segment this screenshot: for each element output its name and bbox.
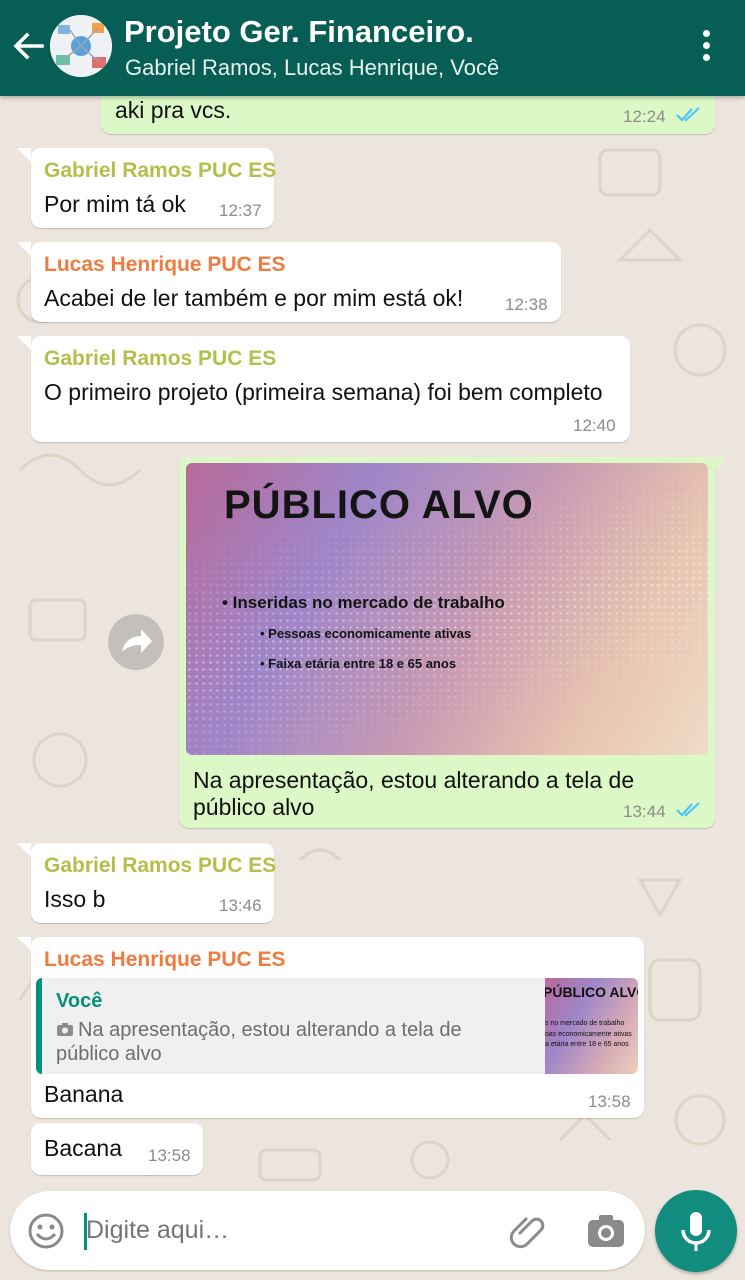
message-time: 12:24 [623, 107, 666, 126]
message-text: Bacana [44, 1135, 123, 1161]
image-slide-bullet: • Inseridas no mercado de trabalho [222, 593, 505, 612]
quoted-image-thumbnail: PÚBLICO ALVO s no mercado de trabalho oa… [545, 978, 638, 1074]
message-text: Por mim tá ok [44, 191, 186, 217]
message-incoming[interactable]: Bacana 13:58 [31, 1123, 203, 1175]
message-time: 13:58 [148, 1146, 191, 1165]
message-time: 12:38 [505, 295, 548, 314]
message-text: Banana [44, 1081, 124, 1107]
read-receipt-icon [676, 107, 700, 122]
message-incoming[interactable]: Lucas Henrique PUC ES Acabei de ler tamb… [31, 242, 561, 322]
message-time: 13:58 [588, 1092, 631, 1111]
message-time: 13:44 [623, 802, 666, 821]
message-text: Isso b [44, 886, 106, 912]
group-avatar[interactable] [50, 15, 112, 77]
chat-title[interactable]: Projeto Ger. Financeiro. [124, 14, 474, 50]
message-incoming[interactable]: Gabriel Ramos PUC ES Isso b 13:46 [31, 843, 277, 923]
attachment-icon[interactable] [508, 1211, 548, 1251]
message-incoming[interactable]: Gabriel Ramos PUC ES Por mim tá ok 12:37 [31, 148, 277, 228]
image-slide-bullet: • Faixa etária entre 18 e 65 anos [260, 656, 457, 671]
message-input[interactable] [86, 1216, 466, 1245]
camera-icon [57, 1023, 73, 1036]
chat-header: Projeto Ger. Financeiro. Gabriel Ramos, … [0, 0, 745, 96]
image-caption-line-1: Na apresentação, estou alterando a tela … [193, 767, 635, 793]
back-arrow-icon[interactable] [8, 26, 48, 66]
message-time: 12:37 [219, 201, 262, 220]
bubble-tail [17, 843, 31, 857]
microphone-icon [681, 1212, 711, 1251]
quoted-text: Na apresentação, estou alterando a tela … [56, 1019, 462, 1065]
message-sender: Gabriel Ramos PUC ES [44, 159, 277, 182]
quoted-author: Você [56, 990, 103, 1012]
message-incoming[interactable]: Gabriel Ramos PUC ES O primeiro projeto … [31, 336, 630, 442]
more-options-icon[interactable] [690, 28, 722, 68]
message-sender: Lucas Henrique PUC ES [44, 948, 286, 971]
read-receipt-icon [676, 802, 700, 817]
message-time: 12:40 [573, 416, 616, 435]
message-text: O primeiro projeto (primeira semana) foi… [44, 379, 603, 405]
message-composer [10, 1191, 645, 1270]
message-sender: Gabriel Ramos PUC ES [44, 347, 277, 370]
bubble-tail [17, 937, 31, 951]
bubble-tail [714, 457, 728, 471]
quoted-message[interactable]: Você Na apresentação, estou alterando a … [36, 978, 638, 1074]
camera-icon[interactable] [585, 1211, 627, 1251]
chat-participants[interactable]: Gabriel Ramos, Lucas Henrique, Você [125, 55, 499, 81]
message-sender: Gabriel Ramos PUC ES [44, 854, 277, 877]
emoji-icon[interactable] [26, 1211, 66, 1251]
message-sender: Lucas Henrique PUC ES [44, 253, 286, 276]
bubble-tail [17, 148, 31, 162]
forward-button[interactable] [108, 614, 164, 670]
voice-record-button[interactable] [655, 1190, 737, 1272]
image-slide-bullet: • Pessoas economicamente ativas [260, 626, 472, 641]
message-text: Acabei de ler também e por mim está ok! [44, 285, 464, 311]
image-caption-line-2: público alvo [193, 794, 315, 820]
shared-image[interactable]: PÚBLICO ALVO • Inseridas no mercado de t… [186, 463, 708, 755]
message-text: aki pra vcs. [115, 97, 232, 123]
message-time: 13:46 [219, 896, 262, 915]
image-slide-title: PÚBLICO ALVO [224, 483, 534, 527]
forward-icon [122, 629, 152, 653]
bubble-tail [17, 336, 31, 350]
bubble-tail [17, 242, 31, 256]
